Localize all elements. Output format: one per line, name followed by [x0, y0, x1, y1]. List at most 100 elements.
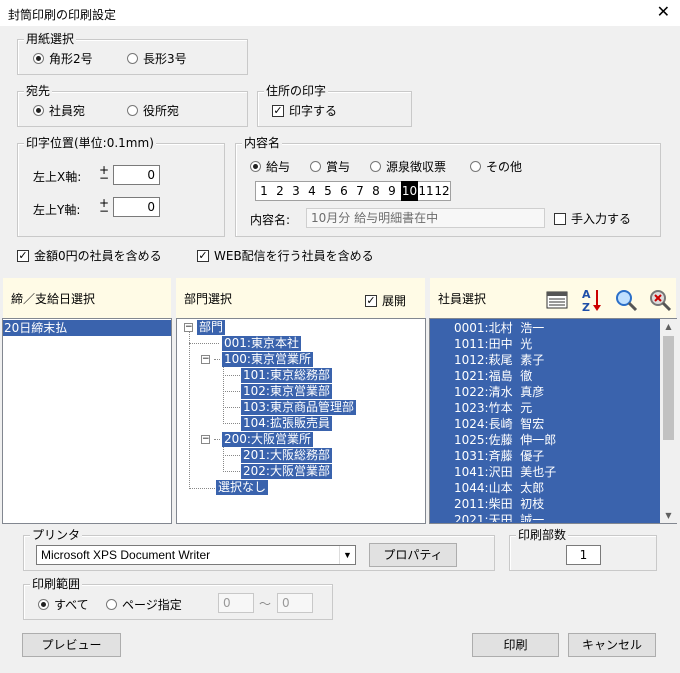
list-item[interactable]: 20日締末払: [3, 320, 171, 336]
list-item[interactable]: 1011:田中 光: [430, 336, 660, 352]
cancel-button[interactable]: キャンセル: [568, 633, 656, 657]
month-8[interactable]: 8: [369, 181, 383, 201]
radio-selected-icon: [33, 105, 44, 116]
tree-line: [223, 375, 240, 376]
x-spin-control[interactable]: + −: [99, 164, 109, 184]
preview-button[interactable]: プレビュー: [22, 633, 121, 657]
content-radio-withholding[interactable]: 源泉徴収票: [370, 158, 446, 175]
minus-icon[interactable]: −: [99, 172, 109, 184]
include-zero-label: 金額0円の社員を含める: [34, 249, 162, 263]
search-icon[interactable]: [614, 288, 638, 312]
radio-selected-icon: [250, 161, 261, 172]
address-print-checkbox[interactable]: ✓ 印字する: [272, 102, 337, 119]
collapse-icon[interactable]: −: [201, 435, 210, 444]
list-item[interactable]: 2011:柴田 初枝: [430, 496, 660, 512]
month-9[interactable]: 9: [385, 181, 399, 201]
month-2[interactable]: 2: [273, 181, 287, 201]
position-group: 印字位置(単位:0.1mm): [17, 136, 225, 237]
checkmark-icon: ✓: [272, 103, 284, 117]
list-item[interactable]: 1023:竹本 元: [430, 400, 660, 416]
paper-radio-naga3[interactable]: 長形3号: [127, 50, 187, 67]
content-name-input[interactable]: 10月分 給与明細書在中: [306, 208, 545, 228]
tree-node[interactable]: 200:大阪営業所: [222, 432, 313, 447]
month-10[interactable]: 10: [401, 181, 418, 201]
tree-node[interactable]: 001:東京本社: [222, 336, 301, 351]
manual-input-checkbox[interactable]: 手入力する: [554, 210, 631, 227]
search-clear-icon[interactable]: [648, 288, 672, 312]
y-axis-input[interactable]: 0: [113, 197, 160, 217]
month-7[interactable]: 7: [353, 181, 367, 201]
collapse-icon[interactable]: −: [184, 323, 193, 332]
content-radio-salary[interactable]: 給与: [250, 158, 290, 175]
content-name-label: 内容名:: [250, 213, 291, 227]
list-item[interactable]: 1044:山本 太郎: [430, 480, 660, 496]
scroll-thumb[interactable]: [663, 336, 674, 440]
sort-az-icon[interactable]: AZ: [581, 287, 603, 314]
range-tilde: 〜: [259, 597, 272, 611]
list-item[interactable]: 0001:北村 浩一: [430, 320, 660, 336]
month-3[interactable]: 3: [289, 181, 303, 201]
list-item[interactable]: 1031:斉藤 優子: [430, 448, 660, 464]
tree-line: [214, 359, 220, 360]
list-item[interactable]: 2021:天田 誠一: [430, 512, 660, 522]
month-6[interactable]: 6: [337, 181, 351, 201]
tree-line: [189, 343, 219, 344]
close-icon[interactable]: ✕: [657, 3, 670, 21]
list-item[interactable]: 1024:長崎 智宏: [430, 416, 660, 432]
manual-input-label: 手入力する: [571, 212, 632, 226]
radio-empty-icon: [370, 161, 381, 172]
list-item[interactable]: 1012:萩尾 素子: [430, 352, 660, 368]
scroll-up-icon[interactable]: ▲: [660, 319, 677, 334]
tree-node[interactable]: 103:東京商品管理部: [241, 400, 356, 415]
minus-icon[interactable]: −: [99, 205, 109, 217]
list-item[interactable]: 1022:清水 真彦: [430, 384, 660, 400]
list-item[interactable]: 1041:沢田 美也子: [430, 464, 660, 480]
list-item[interactable]: 1025:佐藤 伸一郎: [430, 432, 660, 448]
paper-radio-kaku2[interactable]: 角形2号: [33, 50, 93, 67]
content-radio-other[interactable]: その他: [470, 158, 522, 175]
content-option-label: その他: [486, 160, 523, 174]
month-11[interactable]: 11: [418, 181, 434, 201]
employee-scrollbar[interactable]: ▲ ▼: [660, 319, 677, 523]
month-4[interactable]: 4: [305, 181, 319, 201]
list-item[interactable]: 1021:福島 徹: [430, 368, 660, 384]
y-spin-control[interactable]: + −: [99, 197, 109, 217]
closing-list: 20日締末払: [2, 318, 172, 524]
tree-node[interactable]: 100:東京営業所: [222, 352, 313, 367]
month-1[interactable]: 1: [257, 181, 271, 201]
tree-node[interactable]: 102:東京営業部: [241, 384, 332, 399]
range-radio-all[interactable]: すべて: [38, 596, 89, 613]
month-12[interactable]: 12: [434, 181, 450, 201]
range-to-input[interactable]: 0: [277, 593, 313, 613]
month-5[interactable]: 5: [321, 181, 335, 201]
include-web-checkbox[interactable]: ✓ WEB配信を行う社員を含める: [197, 247, 374, 264]
collapse-icon[interactable]: −: [201, 355, 210, 364]
tree-node[interactable]: 201:大阪総務部: [241, 448, 332, 463]
expand-checkbox[interactable]: ✓ 展開: [365, 292, 406, 309]
range-option-label: すべて: [54, 598, 89, 612]
range-from-input[interactable]: 0: [218, 593, 254, 613]
svg-text:A: A: [582, 288, 591, 301]
addressee-radio-office[interactable]: 役所宛: [127, 102, 179, 119]
x-axis-input[interactable]: 0: [113, 165, 160, 185]
tree-node[interactable]: 202:大阪営業部: [241, 464, 332, 479]
tree-line: [223, 423, 240, 424]
print-button[interactable]: 印刷: [472, 633, 559, 657]
range-radio-pages[interactable]: ページ指定: [106, 596, 182, 613]
tree-node[interactable]: 104:拡張販売員: [241, 416, 332, 431]
tree-node-root[interactable]: 部門: [197, 320, 226, 335]
addressee-radio-employee[interactable]: 社員宛: [33, 102, 85, 119]
dropdown-arrow-icon[interactable]: ▼: [339, 546, 355, 564]
copies-input[interactable]: 1: [566, 545, 601, 565]
tree-node[interactable]: 選択なし: [216, 480, 269, 495]
tree-node[interactable]: 101:東京総務部: [241, 368, 332, 383]
content-radio-bonus[interactable]: 賞与: [310, 158, 350, 175]
scroll-down-icon[interactable]: ▼: [660, 508, 677, 523]
properties-button[interactable]: プロパティ: [369, 543, 457, 567]
printer-select[interactable]: Microsoft XPS Document Writer ▼: [36, 545, 356, 565]
include-zero-checkbox[interactable]: ✓ 金額0円の社員を含める: [17, 247, 162, 264]
closing-panel-header: 締／支給日選択: [3, 278, 171, 318]
copies-legend: 印刷部数: [516, 528, 569, 542]
list-view-icon[interactable]: [546, 290, 568, 310]
tree-line: [214, 439, 220, 440]
